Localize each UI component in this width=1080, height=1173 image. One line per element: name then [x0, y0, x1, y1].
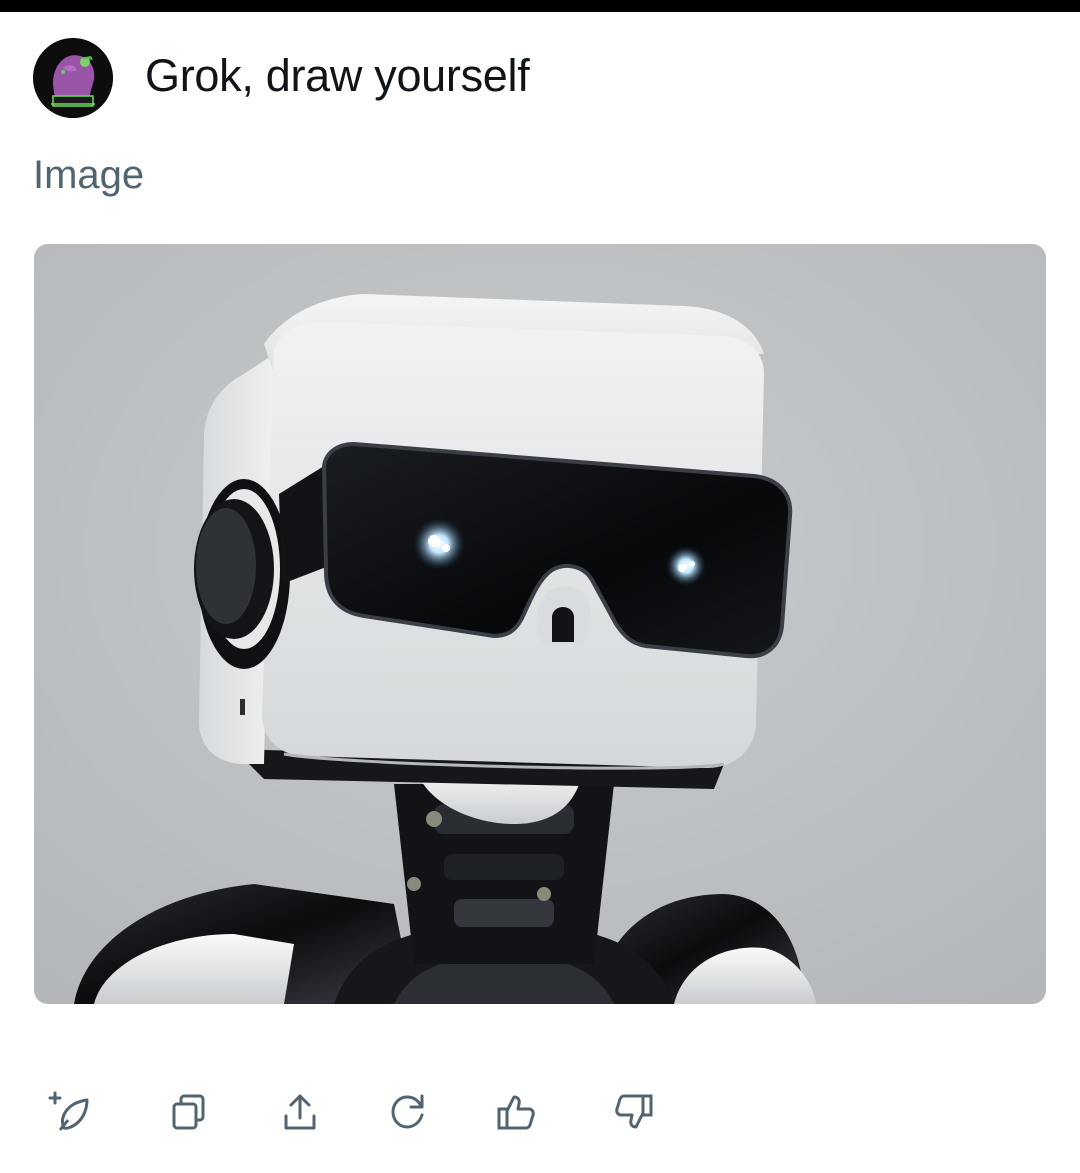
result-type-label: Image — [33, 153, 145, 197]
refresh-icon — [391, 1094, 424, 1129]
share-button[interactable] — [268, 1080, 332, 1144]
copy-icon — [172, 1094, 205, 1130]
status-strip — [0, 0, 1080, 12]
avatar-image — [33, 38, 113, 118]
response-action-bar — [36, 1080, 676, 1144]
thumbs-down-icon — [615, 1094, 653, 1129]
thumbs-up-icon — [497, 1095, 535, 1130]
robot-illustration — [34, 244, 1046, 1004]
user-avatar[interactable] — [33, 38, 113, 118]
copy-button[interactable] — [156, 1080, 220, 1144]
like-button[interactable] — [484, 1080, 548, 1144]
prompt-message: Grok, draw yourself — [145, 50, 530, 101]
dislike-button[interactable] — [602, 1080, 666, 1144]
plus-leaf-icon — [48, 1091, 89, 1131]
new-image-button[interactable] — [36, 1080, 100, 1144]
generated-image[interactable] — [34, 244, 1046, 1004]
regenerate-button[interactable] — [376, 1080, 440, 1144]
share-icon — [284, 1094, 316, 1130]
